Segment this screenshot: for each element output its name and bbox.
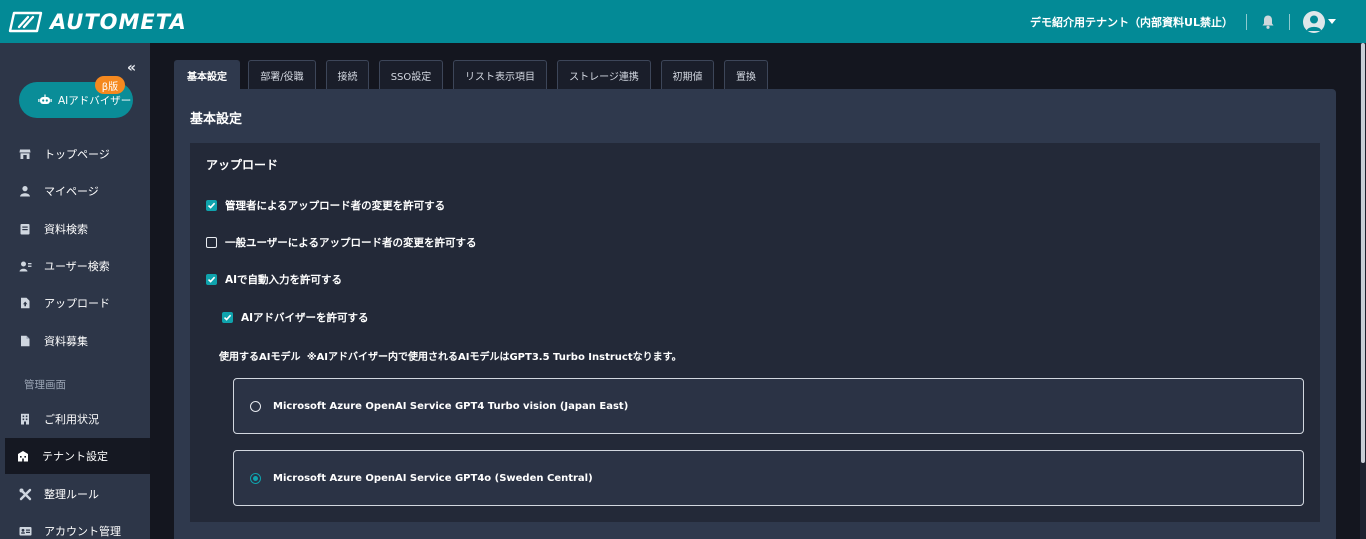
ai-model-heading: 使用するAIモデル ※AIアドバイザー内で使用されるAIモデルはGPT3.5 T… <box>219 348 682 363</box>
checkbox-label: AIで自動入力を許可する <box>225 274 343 286</box>
page-scrollbar-thumb[interactable] <box>1361 43 1365 463</box>
bell-icon[interactable] <box>1260 14 1276 30</box>
checkbox-checked-icon[interactable] <box>206 200 217 211</box>
document-search-icon <box>18 222 32 236</box>
sidebar-item-accounts[interactable]: アカウント管理 <box>0 513 150 539</box>
section-title: アップロード <box>206 158 279 172</box>
sidebar-item-usage[interactable]: ご利用状況 <box>0 401 150 437</box>
checkbox-ai-advisor[interactable]: AIアドバイザーを許可する <box>222 310 369 325</box>
tab-connection[interactable]: 接続 <box>326 60 369 90</box>
checkbox-ai-autofill[interactable]: AIで自動入力を許可する <box>206 272 342 287</box>
sidebar-item-upload[interactable]: アップロード <box>0 285 150 321</box>
settings-card: 基本設定 アップロード 管理者によるアップロード者の変更を許可する 一般ユーザー… <box>174 89 1336 539</box>
ai-model-note: ※AIアドバイザー内で使用されるAIモデルはGPT3.5 Turbo Instr… <box>306 352 682 363</box>
sidebar-item-label: 資料検索 <box>44 223 88 236</box>
collapse-sidebar-icon[interactable]: « <box>127 60 136 76</box>
sidebar-item-tenant-settings[interactable]: テナント設定 <box>5 438 150 474</box>
upload-icon <box>18 296 32 310</box>
ai-advisor-label: AIアドバイザー <box>58 94 132 107</box>
radio-label: Microsoft Azure OpenAI Service GPT4o (Sw… <box>273 472 593 484</box>
tab-storage[interactable]: ストレージ連携 <box>557 60 651 90</box>
model-option-gpt4-turbo[interactable]: Microsoft Azure OpenAI Service GPT4 Turb… <box>233 378 1304 434</box>
tab-departments[interactable]: 部署/役職 <box>248 60 316 90</box>
radio-label: Microsoft Azure OpenAI Service GPT4 Turb… <box>273 400 629 412</box>
radio-selected-icon[interactable] <box>250 472 261 484</box>
tab-defaults[interactable]: 初期値 <box>661 60 714 90</box>
sidebar: « AIアドバイザー β版 トップページ マイページ 資料検索 ユーザー検索 ア… <box>0 43 150 539</box>
checkbox-checked-icon[interactable] <box>222 312 233 323</box>
checkbox-label: AIアドバイザーを許可する <box>241 312 369 324</box>
radio-unselected-icon[interactable] <box>250 400 261 412</box>
tab-sso[interactable]: SSO設定 <box>379 60 443 90</box>
brand-logo[interactable]: AUTOMETA <box>8 0 187 43</box>
sidebar-item-label: ユーザー検索 <box>44 260 110 273</box>
checkbox-user-change-uploader[interactable]: 一般ユーザーによるアップロード者の変更を許可する <box>206 235 476 250</box>
brand-name: AUTOMETA <box>50 9 187 34</box>
tools-icon <box>18 487 32 501</box>
tenant-name[interactable]: デモ紹介用テナント（内部資料UL禁止） <box>1030 14 1233 30</box>
user-search-icon <box>18 259 32 273</box>
sidebar-item-rules[interactable]: 整理ルール <box>0 476 150 512</box>
sidebar-item-label: アカウント管理 <box>44 525 121 538</box>
tab-replace[interactable]: 置換 <box>724 60 768 90</box>
sidebar-item-doc-search[interactable]: 資料検索 <box>0 211 150 247</box>
top-header: AUTOMETA デモ紹介用テナント（内部資料UL禁止） <box>0 0 1366 43</box>
upload-section: アップロード 管理者によるアップロード者の変更を許可する 一般ユーザーによるアッ… <box>190 143 1320 522</box>
avatar-icon <box>1303 10 1325 33</box>
tab-basic[interactable]: 基本設定 <box>174 60 240 90</box>
store-icon <box>18 147 32 161</box>
sidebar-item-top[interactable]: トップページ <box>0 136 150 172</box>
sidebar-item-label: 資料募集 <box>44 335 88 348</box>
admin-section-heading: 管理画面 <box>24 379 66 391</box>
ai-model-label: 使用するAIモデル <box>219 352 301 363</box>
sidebar-item-label: トップページ <box>44 148 110 161</box>
checkbox-label: 一般ユーザーによるアップロード者の変更を許可する <box>225 237 477 249</box>
sidebar-item-label: ご利用状況 <box>44 413 99 426</box>
tenant-icon <box>16 449 30 463</box>
file-icon <box>18 334 32 348</box>
user-icon <box>18 184 32 198</box>
divider <box>1246 13 1247 30</box>
model-option-gpt4o[interactable]: Microsoft Azure OpenAI Service GPT4o (Sw… <box>233 450 1304 506</box>
building-icon <box>18 412 32 426</box>
logo-mark-icon <box>8 11 43 32</box>
beta-badge: β版 <box>95 76 125 94</box>
checkbox-unchecked-icon[interactable] <box>206 237 217 248</box>
checkbox-admin-change-uploader[interactable]: 管理者によるアップロード者の変更を許可する <box>206 198 445 213</box>
sidebar-item-mypage[interactable]: マイページ <box>0 173 150 209</box>
user-menu[interactable] <box>1303 10 1336 33</box>
tab-list-columns[interactable]: リスト表示項目 <box>453 60 547 90</box>
id-card-icon <box>18 524 32 538</box>
checkbox-checked-icon[interactable] <box>206 274 217 285</box>
robot-icon <box>38 94 52 104</box>
sidebar-item-label: マイページ <box>44 185 99 198</box>
divider <box>1289 13 1290 30</box>
checkbox-label: 管理者によるアップロード者の変更を許可する <box>225 200 446 212</box>
chevron-down-icon <box>1328 19 1336 24</box>
sidebar-item-user-search[interactable]: ユーザー検索 <box>0 248 150 284</box>
sidebar-item-label: テナント設定 <box>42 450 108 463</box>
sidebar-item-recruit[interactable]: 資料募集 <box>0 323 150 359</box>
page-title: 基本設定 <box>190 112 243 127</box>
sidebar-item-label: 整理ルール <box>44 488 99 501</box>
sidebar-item-label: アップロード <box>44 297 110 310</box>
